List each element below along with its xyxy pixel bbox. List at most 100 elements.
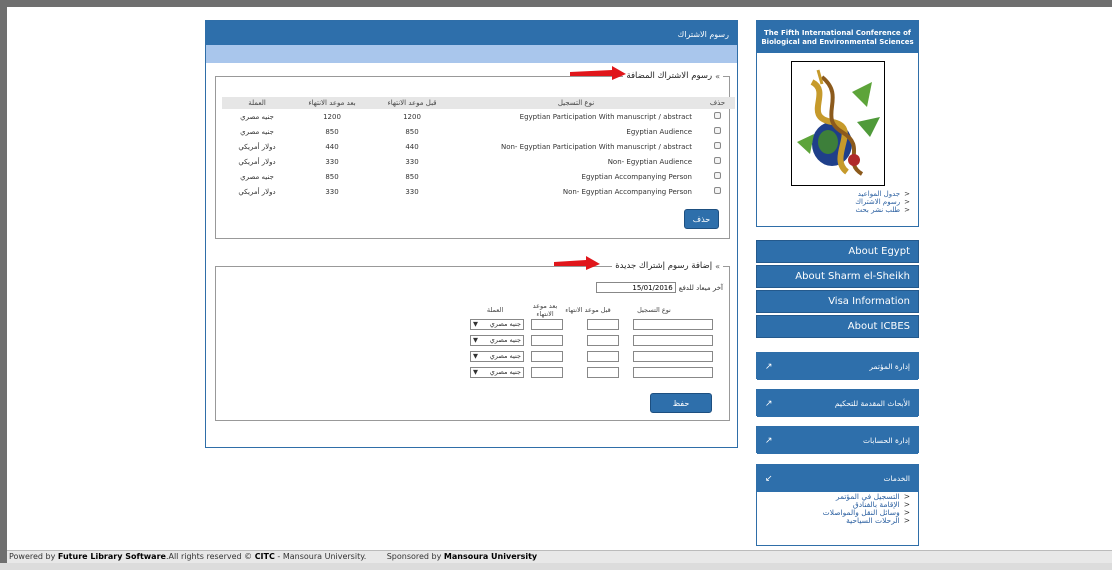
panel-title: رسوم الاشتراك <box>206 21 737 45</box>
new-col-currency: العملة <box>486 306 504 314</box>
col-delete: حذف <box>700 97 735 109</box>
cell-type: Egyptian Audience <box>626 127 692 136</box>
added-fees-title: رسوم الاشتراك المضافة <box>626 71 713 81</box>
expand-icon[interactable]: ↗ <box>765 436 773 446</box>
footer-powered-prefix: Powered by <box>9 552 58 561</box>
menu-services-label: الخدمات <box>883 474 910 483</box>
table-row: دولار أمريكي 330 330 Non- Egyptian Accom… <box>222 184 735 199</box>
before-input[interactable] <box>587 334 619 346</box>
new-fee-legend[interactable]: إضافة رسوم إشتراك جديدة « <box>612 261 723 271</box>
link-fees[interactable]: رسوم الاشتراك > <box>855 198 910 206</box>
added-fees-legend[interactable]: رسوم الاشتراك المضافة « <box>623 71 723 81</box>
table-row: جنيه مصري 850 850 Egyptian Accompanying … <box>222 169 735 184</box>
link-tourist-trips-label: الرحلات السياحية <box>846 516 900 525</box>
before-input[interactable] <box>587 366 619 378</box>
dropdown-arrow-icon: ▼ <box>473 368 478 376</box>
menu-submitted-papers-label: الأبحاث المقدمة للتحكيم <box>834 399 910 408</box>
col-type: نوع التسجيل <box>452 97 700 109</box>
cell-type: Egyptian Accompanying Person <box>581 172 692 181</box>
new-fee-section: إضافة رسوم إشتراك جديدة « آخر ميعاد للدف… <box>215 261 730 421</box>
cell-delete <box>700 184 735 199</box>
new-col-type: نوع التسجيل <box>637 306 671 314</box>
footer-citc-link[interactable]: CITC <box>255 552 275 561</box>
menu-conference-management[interactable]: ↗ إدارة المؤتمر <box>756 352 919 380</box>
collapse-chevron-icon[interactable]: « <box>715 72 720 81</box>
delete-checkbox[interactable] <box>714 142 721 149</box>
nav-about-icbes[interactable]: About ICBES <box>756 315 919 338</box>
footer-powered-link[interactable]: Future Library Software <box>58 552 166 561</box>
cell-after: 330 <box>325 157 339 166</box>
new-col-after: بعد موعد الانتهاء <box>532 302 558 318</box>
menu-submitted-papers[interactable]: ↗ الأبحاث المقدمة للتحكيم <box>756 389 919 417</box>
added-fees-section: رسوم الاشتراك المضافة « العملة بعد موعد … <box>215 71 735 239</box>
menu-conference-management-label: إدارة المؤتمر <box>869 362 910 371</box>
new-fee-title: إضافة رسوم إشتراك جديدة <box>615 261 713 271</box>
link-paper-request[interactable]: طلب نشر بحث > <box>855 206 910 214</box>
cell-type: Non- Egyptian Audience <box>607 157 692 166</box>
type-input[interactable] <box>633 350 713 362</box>
currency-select[interactable]: ▼ جنيه مصري <box>470 318 524 330</box>
delete-button[interactable]: حذف <box>684 209 719 229</box>
delete-checkbox[interactable] <box>714 172 721 179</box>
before-input[interactable] <box>587 350 619 362</box>
currency-select[interactable]: ▼ جنيه مصري <box>470 350 524 362</box>
cell-before: 1200 <box>403 112 421 121</box>
cell-before: 850 <box>405 172 419 181</box>
dropdown-arrow-icon: ▼ <box>473 320 478 328</box>
new-col-before: قبل موعد الانتهاء <box>565 306 611 314</box>
delete-checkbox[interactable] <box>714 187 721 194</box>
delete-checkbox[interactable] <box>714 112 721 119</box>
after-input[interactable] <box>531 334 563 346</box>
dropdown-arrow-icon: ▼ <box>473 336 478 344</box>
after-input[interactable] <box>531 318 563 330</box>
type-input[interactable] <box>633 334 713 346</box>
table-header-row: العملة بعد موعد الانتهاء قبل موعد الانته… <box>222 97 735 109</box>
chevron-right-icon: > <box>904 206 910 214</box>
type-input[interactable] <box>633 366 713 378</box>
col-before: قبل موعد الانتهاء <box>372 97 452 109</box>
collapse-chevron-icon[interactable]: « <box>715 262 720 271</box>
currency-select[interactable]: ▼ جنيه مصري <box>470 334 524 346</box>
collapse-icon[interactable]: ↙ <box>765 474 773 484</box>
footer-sponsor-link[interactable]: Mansoura University <box>444 552 537 561</box>
menu-accounts-management[interactable]: ↗ إدارة الحسابات <box>756 426 919 454</box>
cell-currency: دولار أمريكي <box>238 187 276 196</box>
conference-logo <box>791 61 885 186</box>
cell-delete <box>700 169 735 184</box>
cell-currency: دولار أمريكي <box>238 157 276 166</box>
before-input[interactable] <box>587 318 619 330</box>
delete-checkbox[interactable] <box>714 157 721 164</box>
menu-services: ↙ الخدمات التسجيل في المؤتمر > الإقامة بال… <box>756 464 919 546</box>
cell-type: Non- Egyptian Participation With manuscr… <box>500 142 692 151</box>
type-input[interactable] <box>633 318 713 330</box>
link-tourist-trips[interactable]: الرحلات السياحية > <box>823 517 910 525</box>
nav-about-egypt[interactable]: About Egypt <box>756 240 919 263</box>
fees-panel: رسوم الاشتراك رسوم الاشتراك المضافة « ال… <box>205 20 738 448</box>
after-input[interactable] <box>531 366 563 378</box>
expand-icon[interactable]: ↗ <box>765 362 773 372</box>
link-schedule[interactable]: جدول المواعيد > <box>855 190 910 198</box>
cell-delete <box>700 139 735 154</box>
deadline-row: آخر ميعاد للدفع <box>595 282 723 293</box>
menu-services-header[interactable]: ↙ الخدمات <box>757 465 918 492</box>
save-button[interactable]: حفظ <box>650 393 712 413</box>
new-fee-row: ▼ جنيه مصري <box>465 316 735 332</box>
new-fee-row: ▼ جنيه مصري <box>465 348 735 364</box>
conference-title-line2: Biological and Environmental Sciences <box>761 38 914 46</box>
cell-after: 1200 <box>323 112 341 121</box>
currency-select[interactable]: ▼ جنيه مصري <box>470 366 524 378</box>
after-input[interactable] <box>531 350 563 362</box>
red-arrow-icon <box>570 66 626 80</box>
nav-visa-information[interactable]: Visa Information <box>756 290 919 313</box>
new-fee-row: ▼ جنيه مصري <box>465 364 735 380</box>
cell-currency: دولار أمريكي <box>238 142 276 151</box>
cell-before: 440 <box>405 142 419 151</box>
footer: Powered by Future Library Software.All r… <box>7 550 1112 563</box>
chevron-right-icon: > <box>903 516 910 525</box>
deadline-input[interactable] <box>595 282 676 293</box>
nav-about-sharm[interactable]: About Sharm el-Sheikh <box>756 265 919 288</box>
delete-checkbox[interactable] <box>714 127 721 134</box>
currency-select-value: جنيه مصري <box>489 368 521 376</box>
expand-icon[interactable]: ↗ <box>765 399 773 409</box>
table-row: دولار أمريكي 330 330 Non- Egyptian Audie… <box>222 154 735 169</box>
